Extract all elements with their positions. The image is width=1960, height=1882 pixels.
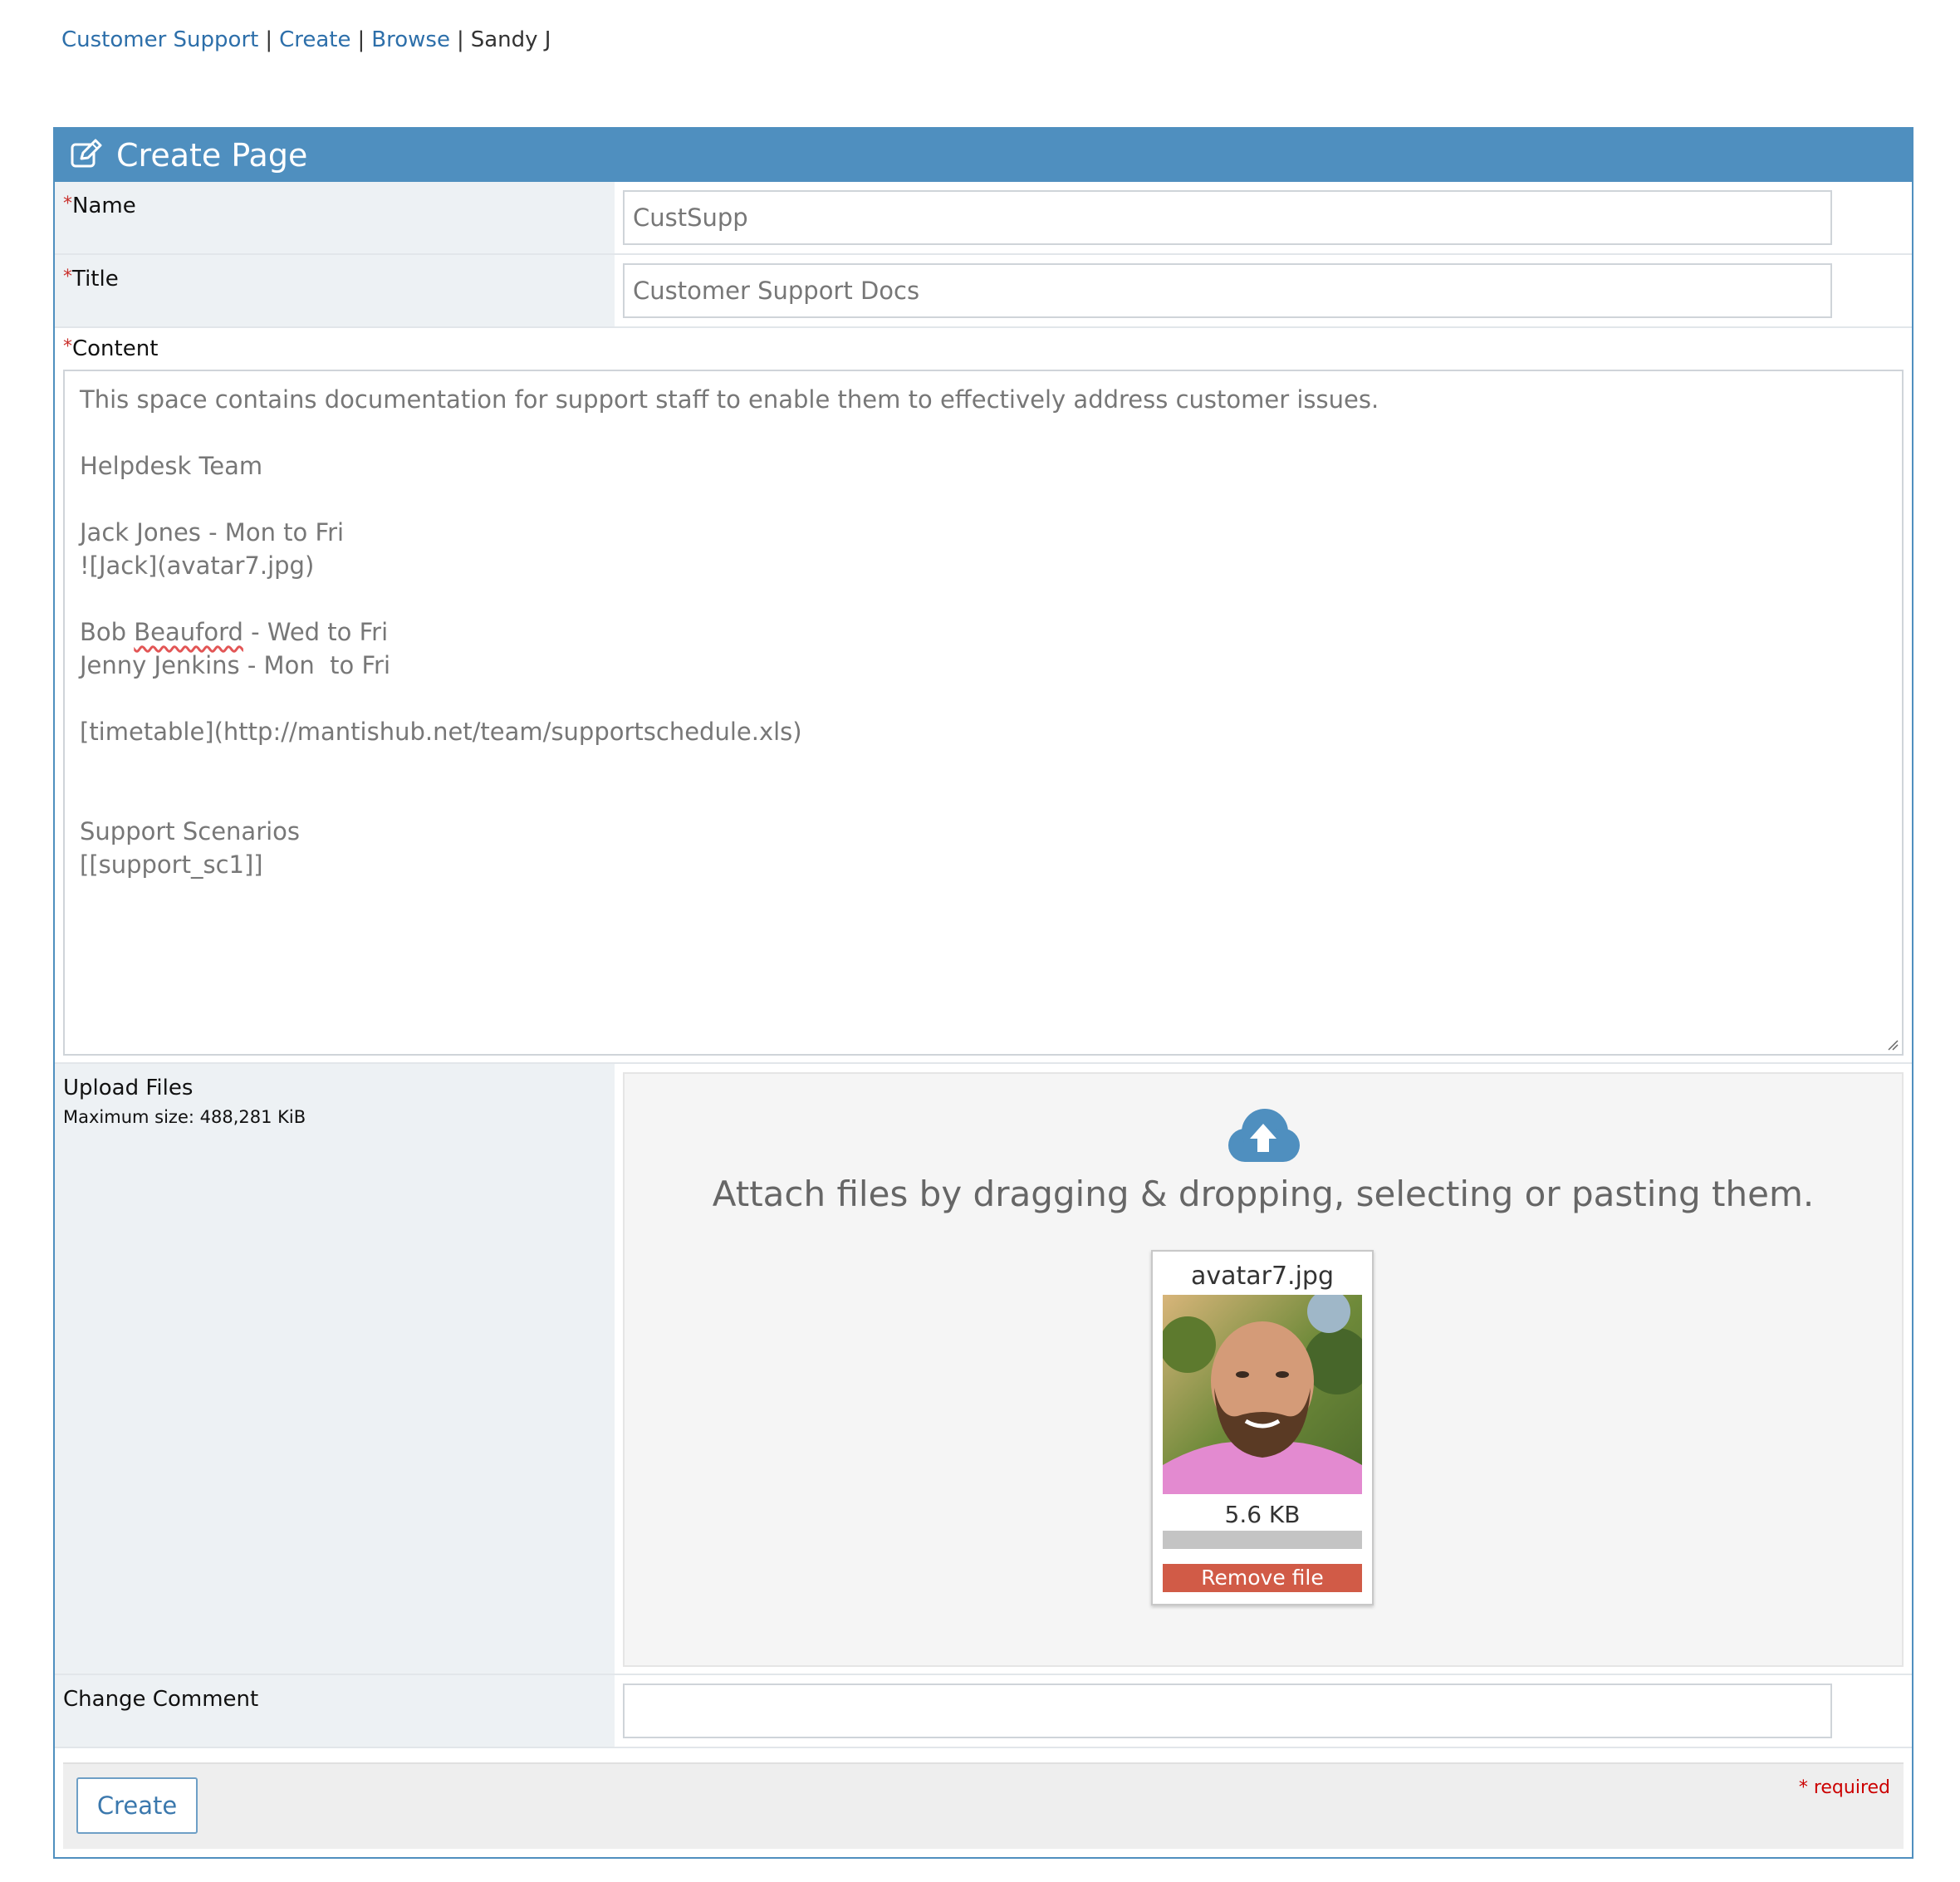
upload-progress-bar <box>1163 1531 1362 1549</box>
upload-label-cell: Upload Files Maximum size: 488,281 KiB <box>55 1064 615 1674</box>
content-line: ![Jack](avatar7.jpg) <box>80 551 315 580</box>
comment-label-cell: Change Comment <box>55 1675 615 1747</box>
dropzone-instructions: Attach files by dragging & dropping, sel… <box>712 1174 1815 1214</box>
content-line: Helpdesk Team <box>80 452 263 480</box>
content-textarea[interactable]: This space contains documentation for su… <box>63 370 1904 1056</box>
comment-row: Change Comment <box>55 1675 1912 1748</box>
cloud-upload-icon <box>1228 1109 1300 1162</box>
upload-label: Upload Files <box>63 1076 194 1100</box>
spellcheck-word: Beauford <box>134 618 243 646</box>
page-title: Create Page <box>116 137 308 174</box>
widget-header: Create Page <box>55 129 1912 182</box>
breadcrumb-link-customer-support[interactable]: Customer Support <box>61 27 258 52</box>
breadcrumb-separator: | <box>265 27 273 52</box>
content-line: This space contains documentation for su… <box>80 385 1379 414</box>
content-line: Bob Beauford - Wed to Fri <box>80 618 389 646</box>
breadcrumb-link-create[interactable]: Create <box>279 27 350 52</box>
title-label: *Title <box>63 267 119 292</box>
file-preview: avatar7.jpg 5.6 KB Remove file <box>1151 1250 1374 1605</box>
title-row: *Title Customer Support Docs <box>55 255 1912 328</box>
content-row: *Content This space contains documentati… <box>55 328 1912 1064</box>
content-line: Jack Jones - Mon to Fri <box>80 518 345 546</box>
title-label-cell: *Title <box>55 255 615 326</box>
current-user: Sandy J <box>470 27 551 52</box>
required-mark: * <box>63 267 72 287</box>
name-label: *Name <box>63 194 136 218</box>
file-name: avatar7.jpg <box>1190 1262 1335 1291</box>
file-thumbnail <box>1163 1295 1362 1494</box>
max-size-note: Maximum size: 488,281 KiB <box>63 1107 306 1127</box>
content-line: [[support_sc1]] <box>80 850 263 879</box>
name-row: *Name CustSupp <box>55 182 1912 255</box>
content-label: *Content <box>63 336 159 361</box>
required-note: * required <box>1798 1777 1890 1798</box>
content-line: [timetable](http://mantishub.net/team/su… <box>80 718 802 746</box>
resize-grip-icon[interactable] <box>1887 1039 1899 1051</box>
content-line: Support Scenarios <box>80 817 301 845</box>
breadcrumb-separator: | <box>456 27 464 52</box>
file-dropzone[interactable]: Attach files by dragging & dropping, sel… <box>623 1072 1904 1667</box>
upload-row: Upload Files Maximum size: 488,281 KiB A… <box>55 1064 1912 1675</box>
breadcrumb-separator: | <box>357 27 365 52</box>
comment-label: Change Comment <box>63 1687 259 1712</box>
file-size: 5.6 KB <box>1224 1501 1301 1528</box>
content-line: Jenny Jenkins - Mon to Fri <box>80 651 391 679</box>
breadcrumb: Customer Support | Create | Browse | Sandy J <box>61 23 551 56</box>
breadcrumb-link-browse[interactable]: Browse <box>371 27 450 52</box>
change-comment-input[interactable] <box>623 1684 1832 1738</box>
form-footer: Create * required <box>63 1762 1904 1849</box>
required-mark: * <box>63 336 72 357</box>
required-mark: * <box>63 194 72 214</box>
edit-icon <box>70 139 103 172</box>
create-button[interactable]: Create <box>76 1777 198 1834</box>
remove-file-button[interactable]: Remove file <box>1163 1564 1362 1592</box>
create-page-form: Create Page *Name CustSupp *Title Custom… <box>53 127 1913 1859</box>
title-input[interactable]: Customer Support Docs <box>623 263 1832 318</box>
name-input[interactable]: CustSupp <box>623 190 1832 245</box>
name-label-cell: *Name <box>55 182 615 253</box>
